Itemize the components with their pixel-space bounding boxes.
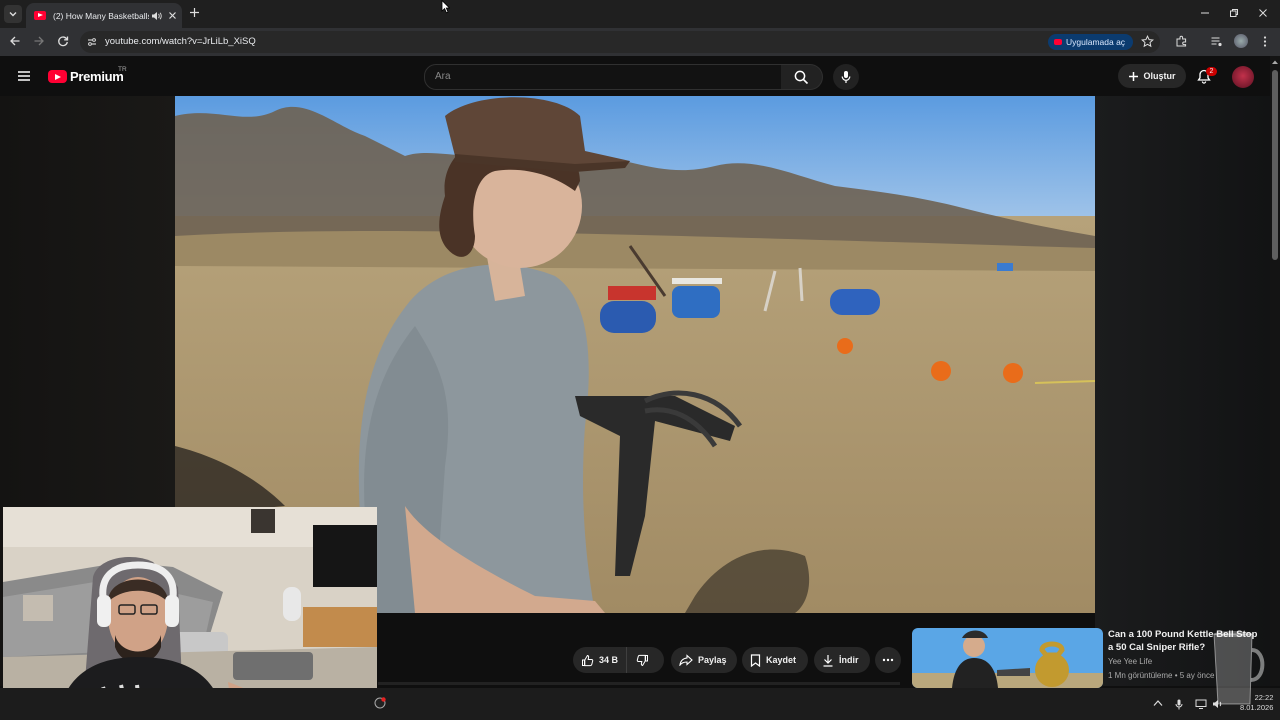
close-tab-icon[interactable] (168, 11, 177, 20)
create-label: Oluştur (1143, 71, 1176, 81)
url-text: youtube.com/watch?v=JrLiLb_XiSQ (105, 36, 256, 47)
tray-chevron-up-icon[interactable] (1153, 699, 1163, 707)
profile-avatar[interactable] (1234, 34, 1248, 48)
speaker-icon[interactable] (151, 11, 162, 21)
mouse-cursor-icon (441, 0, 450, 14)
dislike-button[interactable] (627, 654, 649, 667)
plus-icon (1129, 71, 1139, 81)
thumbnail-image (912, 628, 1103, 688)
thumbs-up-icon (582, 654, 594, 666)
minimize-window-icon[interactable] (1200, 8, 1210, 18)
extensions-puzzle-icon[interactable] (1175, 35, 1188, 48)
download-label: İndir (839, 655, 859, 665)
create-button[interactable]: Oluştur (1118, 64, 1186, 88)
bookmark-icon (750, 653, 761, 667)
like-dislike-group: 34 B (573, 647, 664, 673)
restore-window-icon[interactable] (1229, 8, 1239, 18)
region-code: TR (118, 66, 127, 73)
youtube-app-icon (1054, 39, 1062, 45)
tab-search-button[interactable] (4, 5, 22, 23)
close-window-icon[interactable] (1258, 8, 1268, 18)
ambient-right (1095, 96, 1270, 686)
windows-taskbar: 22:22 8.01.2026 (0, 688, 1280, 720)
search-button[interactable] (781, 64, 823, 90)
thumbs-down-icon (636, 654, 649, 666)
recommended-channel[interactable]: Yee Yee Life (1108, 657, 1152, 666)
recommended-meta: 1 Mn görüntüleme • 5 ay önce (1108, 671, 1215, 680)
browser-tab-strip: (2) How Many Basketballs Does It Take To… (0, 0, 1280, 28)
tray-network-icon[interactable] (1195, 699, 1207, 709)
save-button[interactable]: Kaydet (742, 647, 808, 673)
recording-app-icon[interactable] (374, 697, 386, 709)
hamburger-menu-icon[interactable] (17, 70, 31, 82)
tray-microphone-icon[interactable] (1175, 699, 1183, 710)
download-icon (823, 654, 833, 667)
like-count: 34 B (599, 655, 619, 665)
search-placeholder: Ara (435, 71, 451, 82)
scroll-up-arrow-icon[interactable] (1271, 59, 1279, 65)
search-input[interactable]: Ara (424, 64, 783, 90)
logo-text: Premium (70, 69, 124, 84)
share-label: Paylaş (698, 655, 727, 665)
more-actions-button[interactable] (875, 647, 901, 673)
browser-tab-active[interactable]: (2) How Many Basketballs Does It Take To… (26, 3, 182, 28)
voice-search-button[interactable] (833, 64, 859, 90)
youtube-premium-logo[interactable]: Premium TR (48, 66, 127, 84)
address-bar[interactable]: youtube.com/watch?v=JrLiLb_XiSQ Uygulama… (80, 31, 1160, 53)
chevron-down-icon (9, 12, 17, 17)
bookmark-star-icon[interactable] (1141, 35, 1154, 48)
download-button[interactable]: İndir (814, 647, 870, 673)
like-button[interactable]: 34 B (573, 647, 628, 673)
browser-menu-icon[interactable] (1262, 35, 1268, 48)
microphone-icon (841, 71, 851, 83)
recommended-thumbnail[interactable] (912, 628, 1103, 688)
new-tab-icon[interactable] (189, 7, 200, 18)
youtube-logo-icon (48, 70, 67, 83)
share-arrow-icon (679, 654, 693, 666)
scrollbar-thumb[interactable] (1272, 70, 1278, 260)
youtube-favicon-icon (34, 11, 46, 20)
page-scrollbar[interactable] (1270, 56, 1280, 686)
media-controls-icon[interactable] (1210, 35, 1223, 48)
forward-arrow-icon[interactable] (33, 35, 45, 47)
mug-overlay-image (1213, 631, 1265, 705)
tab-title: (2) How Many Basketballs Does It Take To… (53, 10, 149, 21)
share-button[interactable]: Paylaş (671, 647, 737, 673)
youtube-header: Premium TR Ara Oluştur 2 (0, 56, 1270, 96)
notification-badge: 2 (1206, 67, 1217, 76)
reload-icon[interactable] (57, 35, 69, 47)
open-in-app-button[interactable]: Uygulamada aç (1048, 34, 1134, 50)
account-avatar[interactable] (1232, 66, 1254, 88)
back-arrow-icon[interactable] (9, 35, 21, 47)
open-in-app-label: Uygulamada aç (1066, 37, 1126, 47)
magnifier-icon (794, 70, 809, 84)
site-info-icon[interactable] (86, 36, 98, 48)
save-label: Kaydet (766, 655, 797, 665)
browser-toolbar: youtube.com/watch?v=JrLiLb_XiSQ Uygulama… (0, 28, 1280, 56)
divider (378, 682, 900, 685)
more-horizontal-icon (882, 658, 894, 662)
